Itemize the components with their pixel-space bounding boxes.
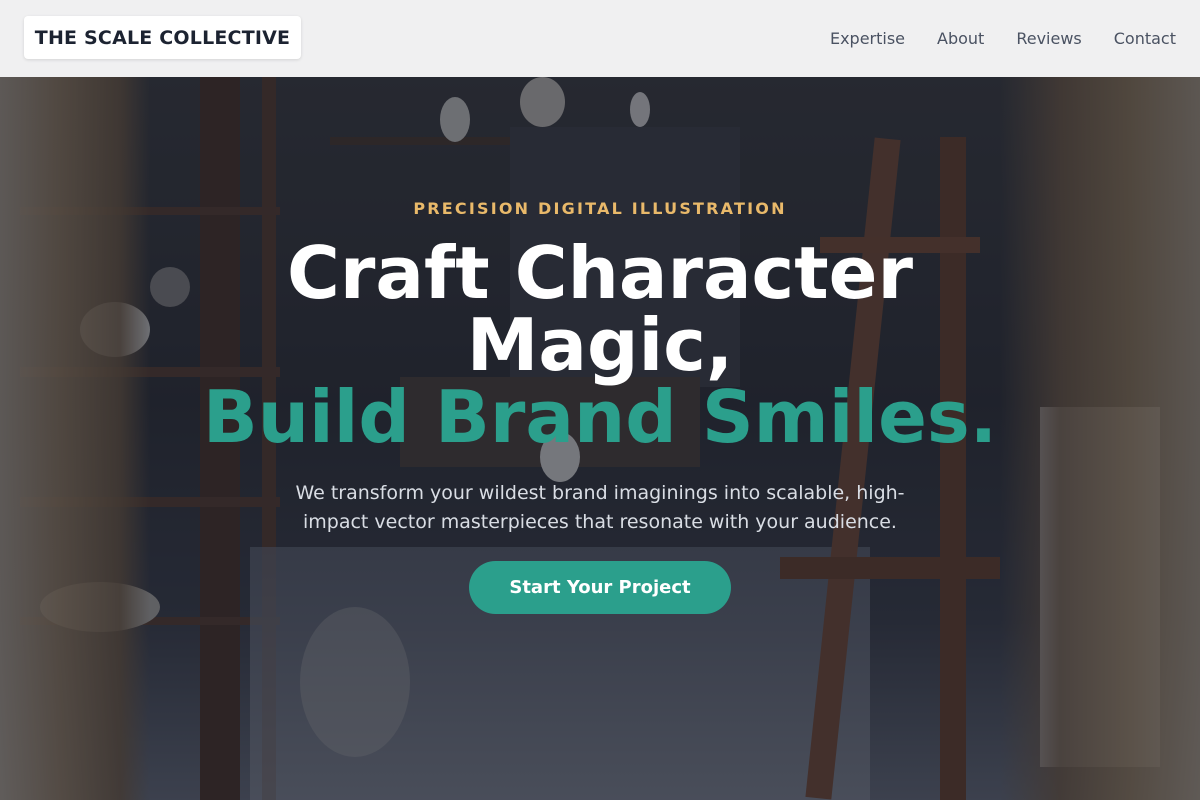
site-header: THE SCALE COLLECTIVE Expertise About Rev… [0, 0, 1200, 77]
hero-content: PRECISION DIGITAL ILLUSTRATION Craft Cha… [0, 77, 1200, 800]
hero-eyebrow: PRECISION DIGITAL ILLUSTRATION [413, 199, 787, 218]
start-project-button[interactable]: Start Your Project [469, 561, 731, 614]
headline-accent: Build Brand Smiles. [202, 375, 998, 459]
main-nav: Expertise About Reviews Contact [830, 26, 1176, 50]
hero-headline: Craft Character Magic, Build Brand Smile… [150, 237, 1050, 453]
brand-logo[interactable]: THE SCALE COLLECTIVE [24, 16, 301, 59]
nav-link-contact[interactable]: Contact [1114, 29, 1176, 48]
headline-primary: Craft Character Magic, [287, 231, 913, 387]
nav-link-reviews[interactable]: Reviews [1016, 29, 1081, 48]
hero-subtitle: We transform your wildest brand imaginin… [295, 482, 905, 533]
nav-link-expertise[interactable]: Expertise [830, 29, 905, 48]
nav-link-about[interactable]: About [937, 29, 984, 48]
